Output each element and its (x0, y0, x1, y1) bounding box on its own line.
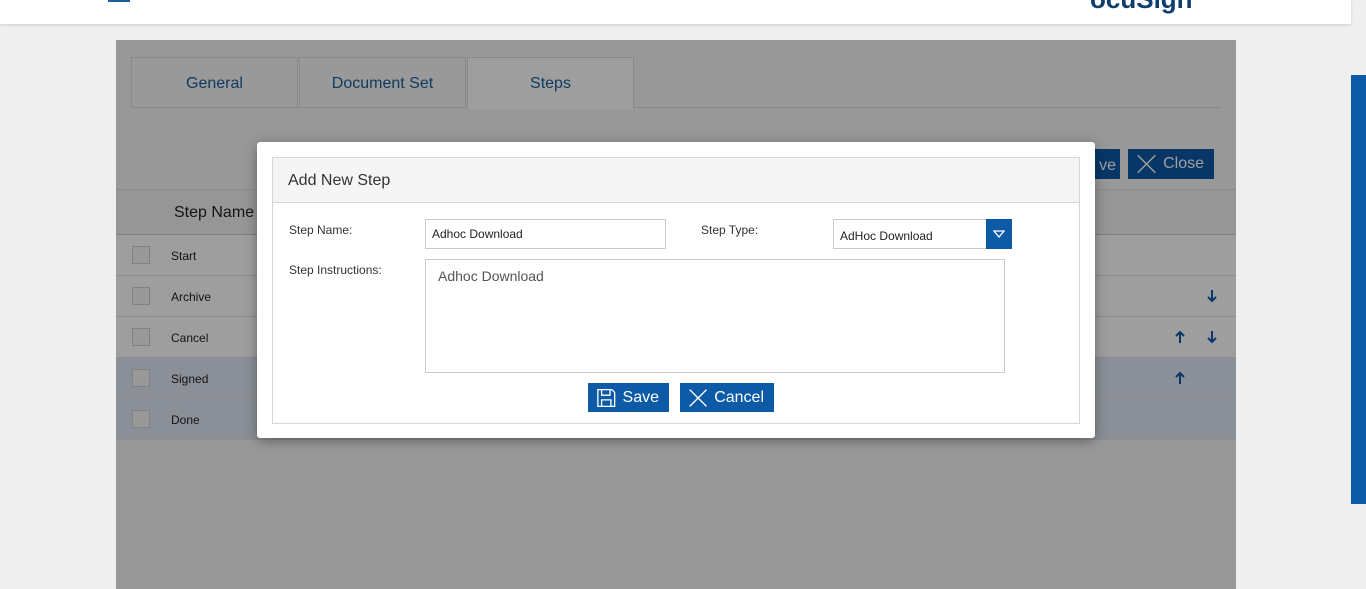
close-icon (689, 388, 707, 407)
menu-icon[interactable] (108, 0, 130, 2)
dialog-frame: Add New Step Step Name: Step Type: AdHoc… (272, 157, 1080, 424)
save-button[interactable]: Save (588, 383, 669, 412)
side-scrollbar[interactable] (1351, 75, 1366, 504)
cancel-button[interactable]: Cancel (680, 383, 774, 412)
step-type-value: AdHoc Download (840, 229, 933, 243)
app-title: ocuSign (1090, 0, 1193, 15)
cancel-label: Cancel (714, 388, 764, 406)
dropdown-button[interactable] (986, 219, 1012, 249)
chevron-down-icon (993, 230, 1005, 238)
floppy-disk-icon (597, 388, 616, 407)
dialog-header: Add New Step (273, 158, 1079, 203)
dialog-title: Add New Step (288, 172, 391, 189)
add-step-dialog: Add New Step Step Name: Step Type: AdHoc… (257, 142, 1095, 438)
save-label: Save (622, 388, 659, 406)
step-type-select[interactable]: AdHoc Download (833, 219, 1012, 249)
top-header: ocuSign (0, 0, 1351, 24)
step-name-label: Step Name: (289, 223, 353, 237)
step-instructions-label: Step Instructions: (289, 263, 382, 277)
step-instructions-textarea[interactable]: Adhoc Download (425, 259, 1005, 373)
step-name-input[interactable] (425, 219, 666, 249)
step-type-label: Step Type: (701, 223, 759, 237)
